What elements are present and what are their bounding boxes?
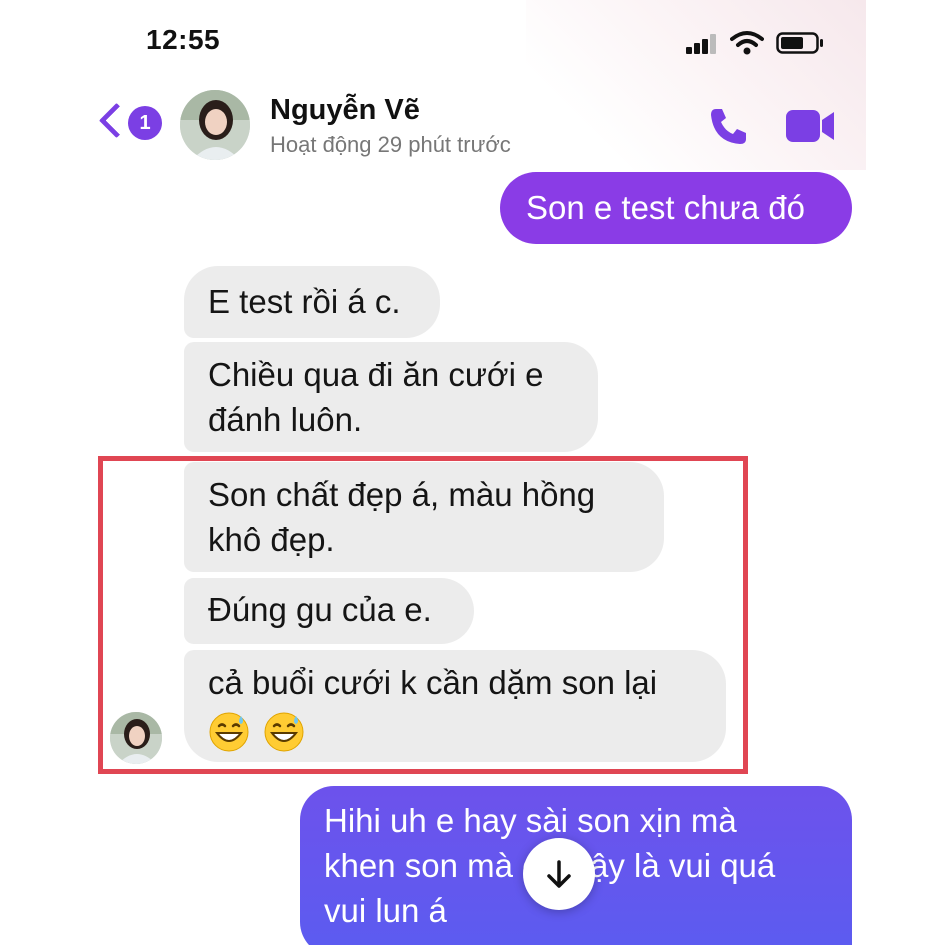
back-button[interactable]: 1 xyxy=(98,102,162,146)
scroll-to-bottom-button[interactable] xyxy=(523,838,595,910)
message-text: Son e test chưa đó xyxy=(526,189,805,226)
contact-avatar[interactable] xyxy=(180,90,250,160)
message-text: E test rồi á c. xyxy=(208,283,401,320)
status-time: 12:55 xyxy=(146,24,221,55)
message-text-line: khô đẹp. xyxy=(208,521,335,558)
arrow-down-icon xyxy=(547,860,571,888)
contact-name[interactable]: Nguyễn Vẽ xyxy=(270,94,420,127)
grinning-sweat-emoji-icon xyxy=(264,712,304,752)
message-bubble-incoming[interactable]: Son chất đẹp á, màu hồng khô đẹp. xyxy=(184,462,664,572)
phone-icon[interactable] xyxy=(706,104,750,148)
message-emoji-row xyxy=(208,707,726,753)
message-text-line: cả buổi cưới k cần dặm son lại xyxy=(208,664,658,701)
message-bubble-incoming[interactable]: cả buổi cưới k cần dặm son lại xyxy=(184,650,726,762)
message-text-line: đánh luôn. xyxy=(208,401,363,438)
message-text-line: Son chất đẹp á, màu hồng xyxy=(208,476,596,513)
message-bubble-incoming[interactable]: Chiều qua đi ăn cưới e đánh luôn. xyxy=(184,342,598,452)
message-bubble-incoming[interactable]: E test rồi á c. xyxy=(184,266,440,338)
message-text-line: Chiều qua đi ăn cưới e xyxy=(208,356,544,393)
message-bubble-incoming[interactable]: Đúng gu của e. xyxy=(184,578,474,644)
chat-screen: 12:55 1 Nguyễn Vẽ Hoạt động 29 phút trướ… xyxy=(88,0,866,945)
message-bubble-outgoing[interactable]: Son e test chưa đó xyxy=(500,172,852,244)
status-bar: 12:55 xyxy=(88,0,866,80)
sender-avatar[interactable] xyxy=(110,712,162,764)
conversation-header: 1 Nguyễn Vẽ Hoạt động 29 phút trước xyxy=(88,80,866,170)
cellular-signal-icon xyxy=(686,34,718,54)
contact-active-status: Hoạt động 29 phút trước xyxy=(270,132,511,157)
battery-icon xyxy=(776,32,823,54)
grinning-sweat-emoji-icon xyxy=(209,712,249,752)
wifi-icon xyxy=(730,31,764,55)
message-text-line: Hihi uh e hay sài son xịn mà xyxy=(324,802,737,839)
video-camera-icon[interactable] xyxy=(784,106,838,146)
unread-badge: 1 xyxy=(128,106,162,140)
message-text: Đúng gu của e. xyxy=(208,591,432,628)
